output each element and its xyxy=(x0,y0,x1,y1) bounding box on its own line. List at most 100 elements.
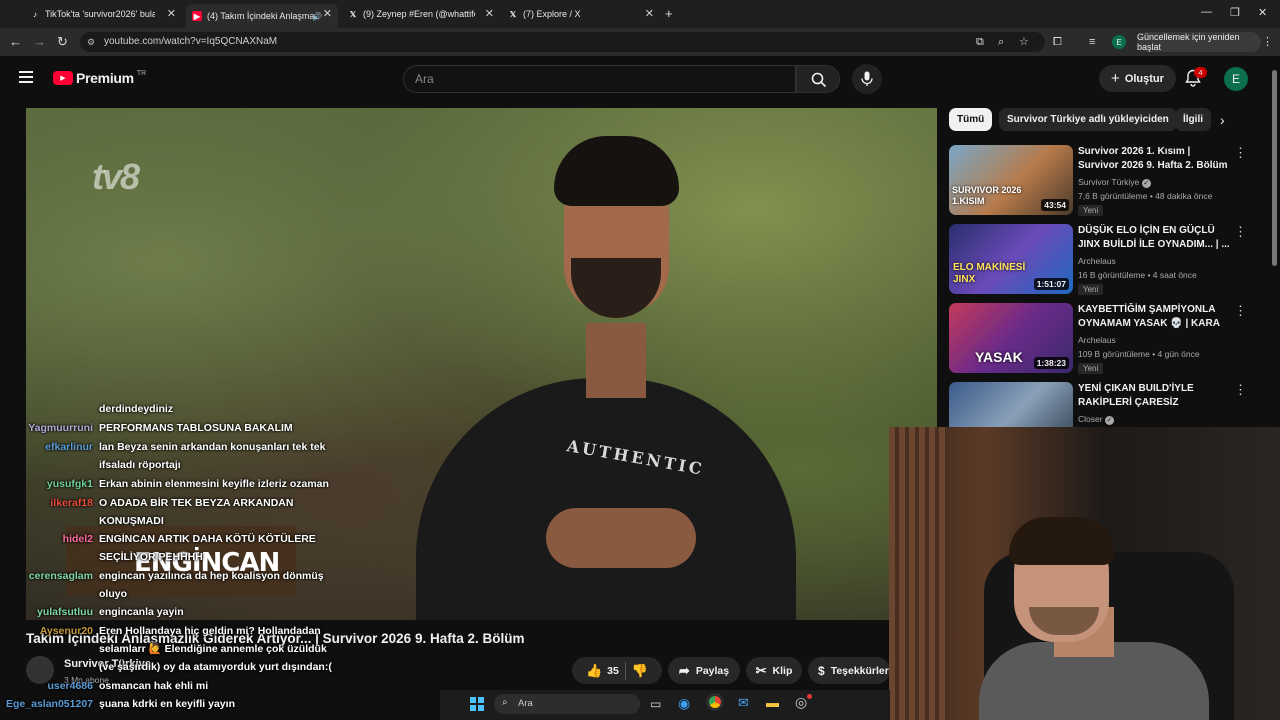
close-tab-icon[interactable]: ✕ xyxy=(485,7,494,20)
search-button[interactable] xyxy=(796,65,840,93)
close-tab-icon[interactable]: ✕ xyxy=(323,7,332,20)
back-icon[interactable]: ← xyxy=(9,35,22,49)
taskbar-search-placeholder: Ara xyxy=(518,698,533,709)
streamer-hair xyxy=(1009,517,1114,565)
like-button[interactable]: 👍 35 xyxy=(586,663,619,679)
chat-username: Aysenur20 xyxy=(39,625,93,637)
restore-icon[interactable]: ❐ xyxy=(1230,6,1240,19)
bookmark-star-icon[interactable]: ☆ xyxy=(1019,35,1029,49)
browser-tab-active[interactable]: ▶ (4) Takım İçindeki Anlaşmaz 🔊 ✕ xyxy=(186,4,338,28)
forward-icon[interactable]: → xyxy=(33,35,46,49)
recommendation-card[interactable]: SURVIVOR 2026 1.KISIM 43:54 Survivor 202… xyxy=(949,145,1247,216)
logo-region: TR xyxy=(136,69,147,77)
file-explorer-icon[interactable]: ▬ xyxy=(766,695,779,710)
minimize-icon[interactable]: — xyxy=(1201,6,1212,18)
close-tab-icon[interactable]: ✕ xyxy=(167,7,176,20)
chat-username: ilkeraf18 xyxy=(50,497,93,509)
video-thumbnail[interactable]: ELO MAKİNESİ JINX 1:51:07 xyxy=(949,224,1073,294)
chat-message: selamlarr 🙋 Elendiğine annemle çok üzüld… xyxy=(99,643,327,655)
channel-name[interactable]: Archelaus xyxy=(1078,256,1116,266)
chevron-right-icon[interactable]: › xyxy=(1220,112,1225,128)
browser-tab[interactable]: 𝕏 (7) Explore / X ✕ xyxy=(508,4,660,24)
audio-icon[interactable]: 🔊 xyxy=(312,12,322,21)
app-icon[interactable]: ◎ xyxy=(795,694,807,711)
more-options-icon[interactable]: ⋮ xyxy=(1234,382,1247,398)
channel-name[interactable]: Closer ✓ xyxy=(1078,414,1114,425)
channel-name[interactable]: Survivor Türkiye ✓ xyxy=(1078,177,1151,188)
browser-tab[interactable]: 𝕏 (9) Zeynep #Eren (@whattife) / ✕ xyxy=(348,4,500,24)
chat-message: lan Beyza senin arkandan konuşanları tek… xyxy=(99,441,326,453)
taskbar-search[interactable]: ⌕ Ara xyxy=(494,694,640,714)
video-title[interactable]: KAYBETTİĞİM ŞAMPİYONLA OYNAMAM YASAK 💀 |… xyxy=(1078,303,1230,333)
thanks-button[interactable]: $ Teşekkürler xyxy=(808,657,890,684)
thumbnail-text: YASAK xyxy=(975,349,1023,365)
clip-button[interactable]: ✂ Klip xyxy=(746,657,802,684)
thumbs-down-icon[interactable]: 👎 xyxy=(632,663,648,679)
edge-icon[interactable]: ◉ xyxy=(678,695,690,712)
more-options-icon[interactable]: ⋮ xyxy=(1234,224,1247,240)
tab-title: TikTok'ta 'survivor2026' bulabilir xyxy=(45,9,155,19)
more-options-icon[interactable]: ⋮ xyxy=(1234,145,1247,161)
video-thumbnail[interactable]: SURVIVOR 2026 1.KISIM 43:54 xyxy=(949,145,1073,215)
share-icon: ➦ xyxy=(678,662,690,678)
windows-start-icon[interactable] xyxy=(470,697,484,711)
thumbnail-text: ELO MAKİNESİ JINX xyxy=(953,262,1026,285)
profile-avatar[interactable]: E xyxy=(1112,35,1126,49)
browser-menu-icon[interactable]: ⋮ xyxy=(1262,35,1273,49)
recommendation-card[interactable]: YENİ ÇIKAN BUILD'İYLE RAKİPLERİ ÇARESİZ … xyxy=(949,382,1247,452)
tv8-watermark: tv8 xyxy=(92,156,140,197)
x-icon: 𝕏 xyxy=(349,9,357,19)
tab-title: (7) Explore / X xyxy=(523,9,581,19)
chip-related[interactable]: İlgili xyxy=(1175,108,1211,131)
update-restart-button[interactable]: Güncellemek için yeniden başlat xyxy=(1137,32,1261,52)
site-info-icon[interactable]: ⚙ xyxy=(87,37,95,48)
video-title[interactable]: DÜŞÜK ELO İÇİN EN GÜÇLÜ JINX BUİLDİ İLE … xyxy=(1078,224,1230,252)
verified-icon: ✓ xyxy=(1141,179,1151,188)
create-label: Oluştur xyxy=(1124,72,1164,85)
chat-message: SEÇİLİYOR PEHHHH xyxy=(99,551,203,563)
share-button[interactable]: ➦ Paylaş xyxy=(668,657,740,684)
zoom-icon[interactable]: ⌕ xyxy=(998,35,1004,49)
media-controls-icon[interactable]: ≡ xyxy=(1089,35,1095,49)
channel-name[interactable]: Archelaus xyxy=(1078,335,1116,345)
youtube-premium-logo[interactable]: ▶ Premium TR xyxy=(53,70,146,86)
voice-search-button[interactable] xyxy=(852,64,882,94)
close-window-icon[interactable]: ✕ xyxy=(1258,6,1267,19)
mail-icon[interactable]: ✉ xyxy=(738,695,749,711)
chat-username: Yagmuurruni xyxy=(28,422,93,434)
clip-label: Klip xyxy=(772,664,793,677)
chat-message: Erkan abinin elenmesini keyifle izleriz … xyxy=(99,478,329,490)
new-tab-icon[interactable]: + xyxy=(665,6,673,21)
extensions-icon[interactable]: ⧠ xyxy=(1053,35,1062,49)
chat-message: ENGİNCAN ARTIK DAHA KÖTÜ KÖTÜLERE xyxy=(99,533,316,545)
chat-message: oluyo xyxy=(99,588,127,600)
video-thumbnail[interactable]: YASAK 1:38:23 xyxy=(949,303,1073,373)
video-title[interactable]: Survivor 2026 1. Kısım | Survivor 2026 9… xyxy=(1078,145,1230,173)
wall-panel xyxy=(889,427,949,720)
more-options-icon[interactable]: ⋮ xyxy=(1234,303,1247,319)
url-text[interactable]: youtube.com/watch?v=Iq5QCNAXNaM xyxy=(104,36,277,47)
chat-username: efkarlinur xyxy=(45,441,93,453)
chip-all[interactable]: Tümü xyxy=(949,108,993,131)
close-tab-icon[interactable]: ✕ xyxy=(645,7,654,20)
install-app-icon[interactable]: ⧉ xyxy=(976,35,984,49)
chat-username: yulafsutluu xyxy=(36,606,93,618)
logo-text: Premium xyxy=(76,70,134,86)
chat-message: KONUŞMADI xyxy=(99,515,164,527)
search-input[interactable] xyxy=(403,65,796,93)
chat-username: hidel2 xyxy=(62,533,93,545)
task-view-icon[interactable]: ▭ xyxy=(650,697,661,711)
chat-message: ifsaladı röportajı xyxy=(99,459,181,471)
hamburger-menu-icon[interactable] xyxy=(19,71,33,83)
reload-icon[interactable]: ↻ xyxy=(57,35,68,49)
browser-tab[interactable]: ♪ TikTok'ta 'survivor2026' bulabilir ✕ xyxy=(30,4,182,24)
create-button[interactable]: + Oluştur xyxy=(1099,65,1176,92)
chrome-icon[interactable] xyxy=(706,693,724,711)
chip-from-uploader[interactable]: Survivor Türkiye adlı yükleyiciden xyxy=(999,108,1177,131)
recommendation-card[interactable]: YASAK 1:38:23 KAYBETTİĞİM ŞAMPİYONLA OYN… xyxy=(949,303,1247,374)
recommendation-card[interactable]: ELO MAKİNESİ JINX 1:51:07 DÜŞÜK ELO İÇİN… xyxy=(949,224,1247,295)
account-avatar[interactable]: E xyxy=(1224,67,1248,91)
video-title[interactable]: YENİ ÇIKAN BUILD'İYLE RAKİPLERİ ÇARESİZ … xyxy=(1078,382,1230,412)
tab-title: (4) Takım İçindeki Anlaşmaz xyxy=(207,11,317,21)
page-scrollbar[interactable] xyxy=(1272,70,1277,266)
